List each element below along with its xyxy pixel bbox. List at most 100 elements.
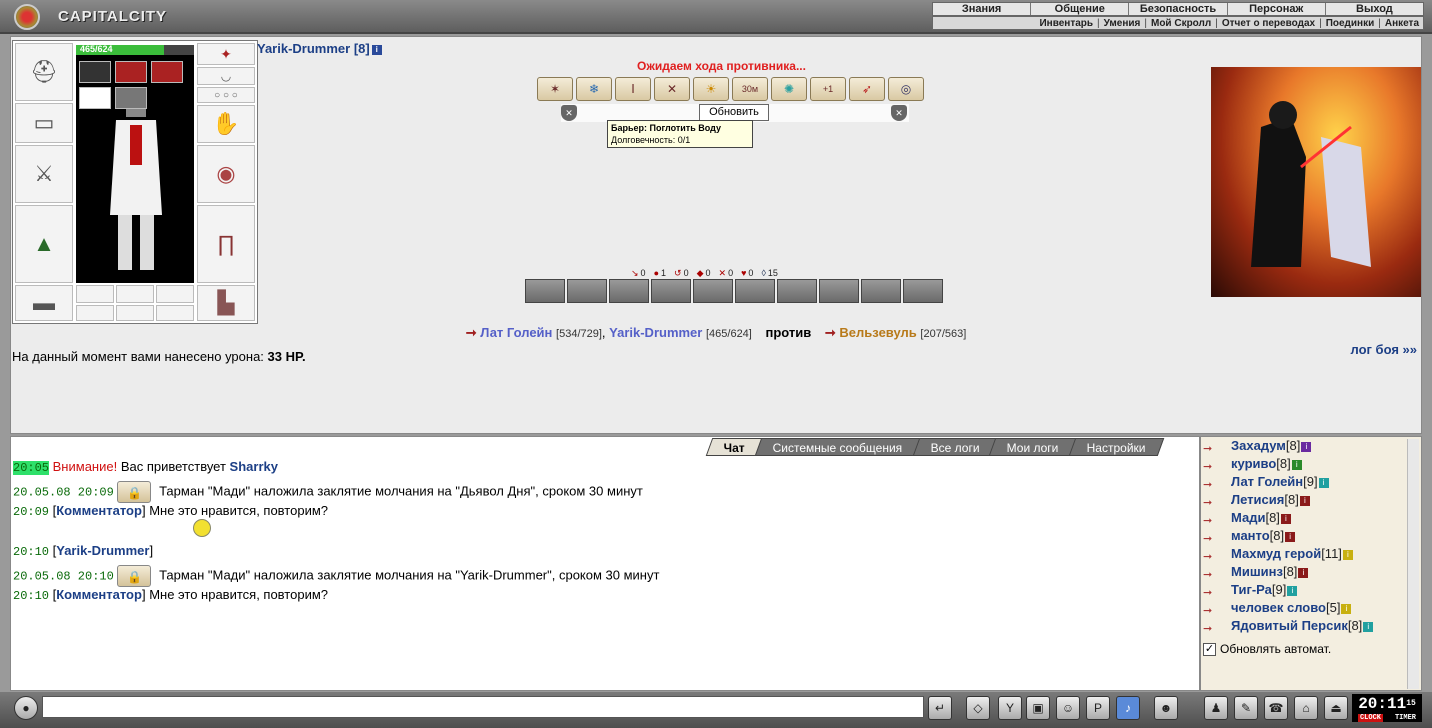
combo-slot-2[interactable] xyxy=(567,279,607,303)
user-name[interactable]: манто xyxy=(1231,528,1270,543)
message-time[interactable]: 20:10 xyxy=(13,589,49,603)
player-name-link[interactable]: Yarik-Drummer xyxy=(257,41,350,56)
private-arrow-icon[interactable]: ➞ xyxy=(1203,494,1217,509)
auto-update-checkbox[interactable]: ✓ xyxy=(1203,643,1216,657)
spell-slot-5[interactable]: ☀ xyxy=(693,77,729,101)
user-row[interactable]: ➞ Махмуд герой[11] i xyxy=(1203,545,1405,563)
gloves-slot[interactable]: ✋ xyxy=(197,105,255,143)
combo-slot-1[interactable] xyxy=(525,279,565,303)
rune-slot-3[interactable] xyxy=(151,61,183,83)
smiley-picker-icon[interactable]: ☻ xyxy=(1154,696,1178,720)
message-time[interactable]: 20.05.08 20:10 xyxy=(13,569,114,583)
private-arrow-icon[interactable]: ➞ xyxy=(1203,584,1217,599)
private-arrow-icon[interactable]: ➞ xyxy=(1203,620,1217,635)
support-icon[interactable]: ☎ xyxy=(1264,696,1288,720)
boots-slot[interactable]: ▙ xyxy=(197,285,255,321)
user-name[interactable]: Ядовитый Персик xyxy=(1231,618,1348,633)
music-icon[interactable]: ♪ xyxy=(1116,696,1140,720)
team2-player[interactable]: Вельзевуль xyxy=(839,325,916,340)
character-icon[interactable]: ♟ xyxy=(1204,696,1228,720)
user-info-icon[interactable]: i xyxy=(1298,567,1309,578)
spell-slot-6[interactable]: 30м xyxy=(732,77,768,101)
user-row[interactable]: ➞ Тиг-Ра[9] i xyxy=(1203,581,1405,599)
user-name[interactable]: Захадум xyxy=(1231,438,1286,453)
menu-character[interactable]: Персонаж xyxy=(1226,3,1325,15)
weapon-slot[interactable]: ⚔ xyxy=(15,145,73,203)
filter-icon[interactable]: Y xyxy=(998,696,1022,720)
spell-slot-4[interactable]: ✕ xyxy=(654,77,690,101)
tab-all-logs[interactable]: Все логи xyxy=(912,438,998,456)
combo-slot-10[interactable] xyxy=(903,279,943,303)
user-row[interactable]: ➞ манто[8] i xyxy=(1203,527,1405,545)
info-icon[interactable]: i xyxy=(371,44,382,55)
message-time[interactable]: 20.05.08 20:09 xyxy=(13,485,114,499)
armor-slot[interactable]: ▲ xyxy=(15,205,73,283)
private-arrow-icon[interactable]: ➞ xyxy=(1203,602,1217,617)
update-button[interactable]: Обновить xyxy=(699,104,769,121)
message-author[interactable]: Yarik-Drummer xyxy=(56,543,149,558)
submenu-inventory[interactable]: Инвентарь xyxy=(1039,18,1093,29)
user-row[interactable]: ➞ Захадум[8] i xyxy=(1203,437,1405,455)
team1-player1[interactable]: Лат Голейн xyxy=(480,325,552,340)
user-name[interactable]: человек слово xyxy=(1231,600,1326,615)
user-info-icon[interactable]: i xyxy=(1318,477,1329,488)
private-arrow-icon[interactable]: ➞ xyxy=(1203,566,1217,581)
message-author[interactable]: Комментатор xyxy=(56,587,142,602)
combo-slot-6[interactable] xyxy=(735,279,775,303)
user-list-scrollbar[interactable] xyxy=(1407,439,1419,689)
spell-slot-7[interactable]: ✺ xyxy=(771,77,807,101)
submenu-my-scroll[interactable]: Мой Скролл xyxy=(1151,18,1211,29)
user-name[interactable]: Лат Голейн xyxy=(1231,474,1303,489)
user-name[interactable]: Мади xyxy=(1231,510,1265,525)
submenu-duels[interactable]: Поединки xyxy=(1326,18,1375,29)
save-icon[interactable]: ▣ xyxy=(1026,696,1050,720)
message-author[interactable]: Sharrky xyxy=(230,459,278,474)
combo-slot-5[interactable] xyxy=(693,279,733,303)
user-info-icon[interactable]: i xyxy=(1299,495,1310,506)
spell-slot-3[interactable]: Ⅰ xyxy=(615,77,651,101)
user-row[interactable]: ➞ Лат Голейн[9] i xyxy=(1203,473,1405,491)
user-info-icon[interactable]: i xyxy=(1301,441,1312,452)
user-row[interactable]: ➞ человек слово[5] i xyxy=(1203,599,1405,617)
spell-slot-9[interactable]: ➶ xyxy=(849,77,885,101)
user-name[interactable]: Летисия xyxy=(1231,492,1284,507)
belt-slot[interactable]: ▬ xyxy=(15,285,73,321)
exit-icon[interactable]: ⏏ xyxy=(1324,696,1348,720)
private-arrow-icon[interactable]: ➞ xyxy=(1203,458,1217,473)
user-row[interactable]: ➞ Мишинз[8] i xyxy=(1203,563,1405,581)
chat-mode-icon[interactable]: ● xyxy=(14,696,38,720)
spell-slot-10[interactable]: ◎ xyxy=(888,77,924,101)
send-icon[interactable]: ↵ xyxy=(928,696,952,720)
message-time[interactable]: 20:09 xyxy=(13,505,49,519)
lock-icon[interactable]: ⌂ xyxy=(1294,696,1318,720)
user-name[interactable]: куриво xyxy=(1231,456,1276,471)
private-arrow-icon[interactable]: ➞ xyxy=(1203,530,1217,545)
chat-input[interactable] xyxy=(42,696,924,718)
message-time[interactable]: 20:05 xyxy=(13,461,50,475)
user-name[interactable]: Тиг-Ра xyxy=(1231,582,1272,597)
user-row[interactable]: ➞ Ядовитый Персик[8] i xyxy=(1203,617,1405,635)
combo-slot-7[interactable] xyxy=(777,279,817,303)
spell-slot-8[interactable]: +1 xyxy=(810,77,846,101)
user-info-icon[interactable]: i xyxy=(1287,585,1298,596)
rune-slot-1[interactable] xyxy=(79,61,111,83)
user-row[interactable]: ➞ куриво[8] i xyxy=(1203,455,1405,473)
user-info-icon[interactable]: i xyxy=(1363,621,1374,632)
menu-communication[interactable]: Общение xyxy=(1030,3,1128,15)
shield-slot[interactable]: ◉ xyxy=(197,145,255,203)
tab-settings[interactable]: Настройки xyxy=(1068,438,1165,456)
extra-slot-6[interactable] xyxy=(156,305,194,321)
extra-slot-5[interactable] xyxy=(116,305,154,321)
user-info-icon[interactable]: i xyxy=(1291,459,1302,470)
spell-slot-2[interactable]: ❄ xyxy=(576,77,612,101)
private-arrow-icon[interactable]: ➞ xyxy=(1203,548,1217,563)
private-arrow-icon[interactable]: ➞ xyxy=(1203,476,1217,491)
combo-slot-3[interactable] xyxy=(609,279,649,303)
tab-system-messages[interactable]: Системные сообщения xyxy=(754,438,921,456)
user-row[interactable]: ➞ Мади[8] i xyxy=(1203,509,1405,527)
combo-slot-8[interactable] xyxy=(819,279,859,303)
user-row[interactable]: ➞ Летисия[8] i xyxy=(1203,491,1405,509)
rune-slot-4[interactable] xyxy=(79,87,111,109)
person-icon[interactable]: ☺ xyxy=(1056,696,1080,720)
user-info-icon[interactable]: i xyxy=(1280,513,1291,524)
